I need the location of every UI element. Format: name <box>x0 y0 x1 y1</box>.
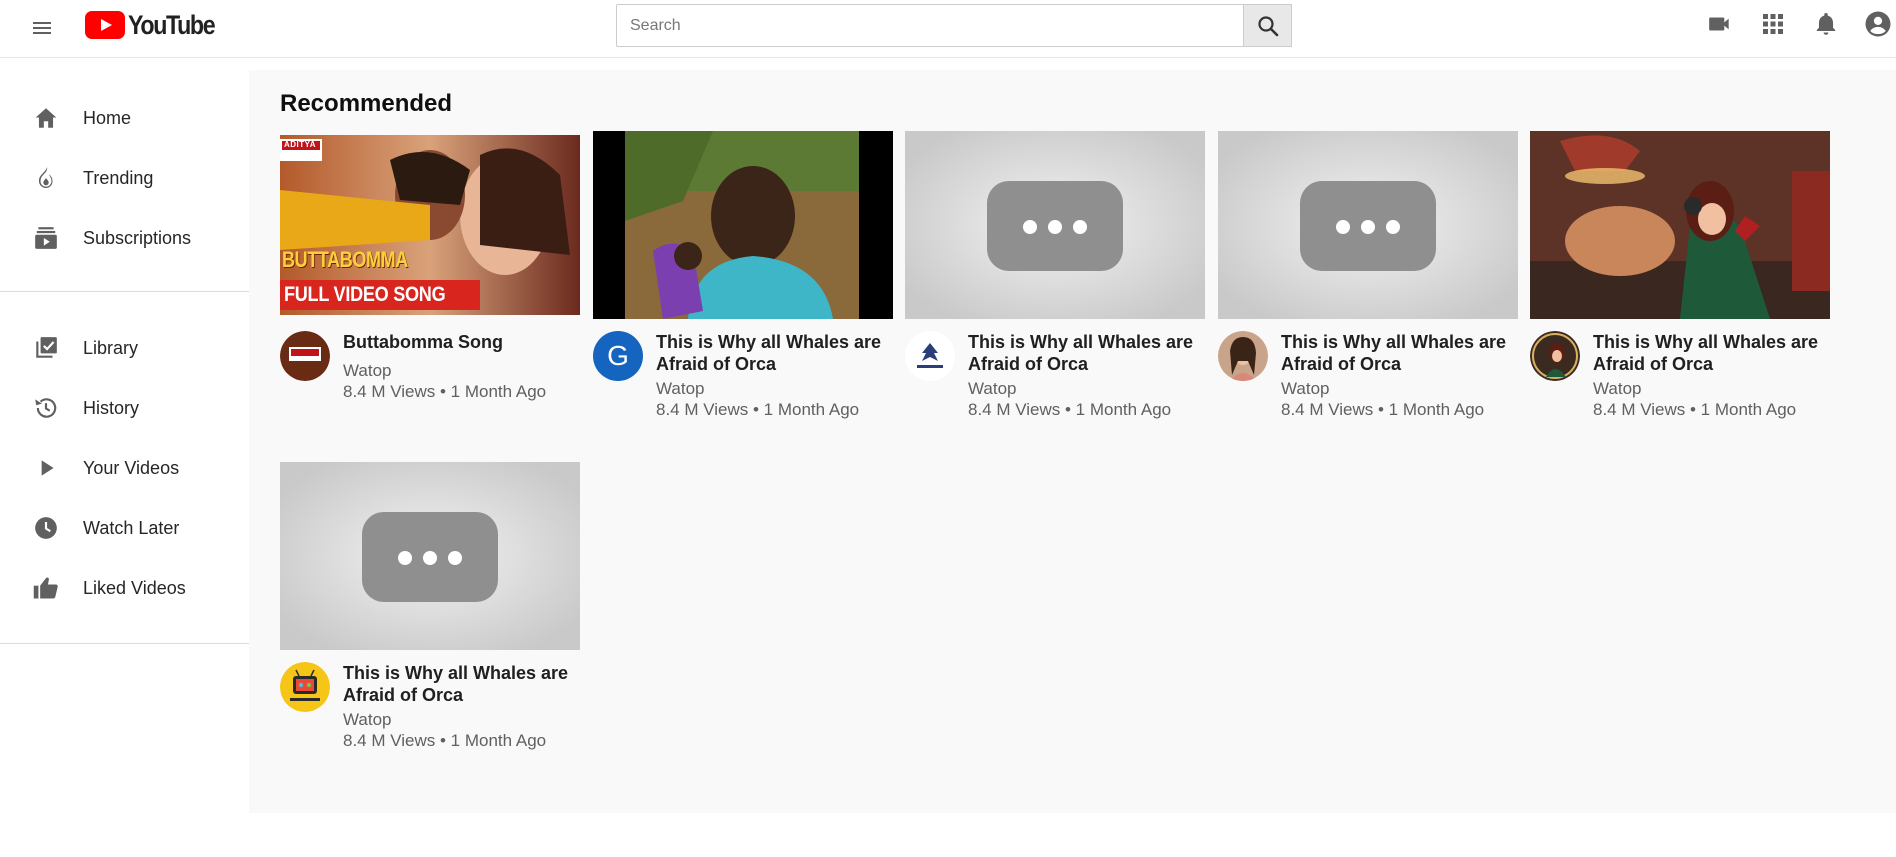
video-thumbnail-placeholder[interactable] <box>280 462 580 650</box>
history-icon <box>32 394 60 422</box>
sidebar-item-liked-videos[interactable]: Liked Videos <box>0 558 249 618</box>
video-card[interactable]: This is Why all Whales are Afraid of Orc… <box>1530 131 1830 441</box>
video-meta: G This is Why all Whales are Afraid of O… <box>593 331 893 441</box>
video-thumbnail[interactable] <box>1530 131 1830 319</box>
video-stats: 8.4 M Views • 1 Month Ago <box>656 400 860 419</box>
search-bar <box>616 4 1292 47</box>
video-title[interactable]: This is Why all Whales are Afraid of Orc… <box>656 331 891 375</box>
clock-icon <box>32 514 60 542</box>
youtube-play-logo-icon <box>85 11 125 39</box>
subscriptions-icon <box>32 224 60 252</box>
main-content: Recommended ADITYA BUTTABOMMA FULL VIDEO… <box>249 70 1896 813</box>
sidebar-item-label: Subscriptions <box>83 227 192 248</box>
video-card[interactable]: ADITYA BUTTABOMMA FULL VIDEO SONG Buttab… <box>280 135 580 441</box>
youtube-logo[interactable]: YouTube <box>85 9 228 41</box>
sidebar-item-label: Trending <box>83 167 154 188</box>
video-meta: This is Why all Whales are Afraid of Orc… <box>1218 331 1518 441</box>
bell-icon <box>1816 13 1836 35</box>
channel-avatar[interactable] <box>1218 331 1268 381</box>
channel-name[interactable]: Watop <box>343 710 392 730</box>
section-title: Recommended <box>280 90 453 117</box>
video-card[interactable]: This is Why all Whales are Afraid of Orc… <box>905 131 1205 441</box>
video-title[interactable]: This is Why all Whales are Afraid of Orc… <box>1593 331 1828 375</box>
thumbnail-title-text: BUTTABOMMA <box>282 247 408 272</box>
account-button[interactable] <box>1862 8 1894 40</box>
apps-button[interactable] <box>1757 8 1789 40</box>
channel-name[interactable]: Watop <box>1593 379 1642 399</box>
video-meta: This is Why all Whales are Afraid of Orc… <box>905 331 1205 441</box>
video-title[interactable]: This is Why all Whales are Afraid of Orc… <box>1281 331 1516 375</box>
sidebar-item-label: Your Videos <box>83 457 180 478</box>
channel-avatar[interactable]: G <box>593 331 643 381</box>
video-stats: 8.4 M Views • 1 Month Ago <box>343 731 547 750</box>
sidebar-primary-group: Home Trending Subscriptions <box>0 58 249 291</box>
channel-name[interactable]: Watop <box>656 379 705 399</box>
sidebar-item-label: History <box>83 397 140 418</box>
video-thumbnail[interactable]: ADITYA BUTTABOMMA FULL VIDEO SONG <box>280 135 580 315</box>
video-card[interactable]: This is Why all Whales are Afraid of Orc… <box>1218 131 1518 441</box>
video-stats: 8.4 M Views • 1 Month Ago <box>968 400 1172 419</box>
channel-name[interactable]: Watop <box>968 379 1017 399</box>
play-icon <box>32 454 60 482</box>
library-icon <box>32 334 60 362</box>
sidebar-item-label: Liked Videos <box>83 577 186 598</box>
channel-avatar[interactable] <box>905 331 955 381</box>
account-circle-icon <box>1865 11 1891 37</box>
sidebar-item-library[interactable]: Library <box>0 318 249 378</box>
menu-button[interactable] <box>26 12 58 44</box>
video-meta: This is Why all Whales are Afraid of Orc… <box>1530 331 1830 441</box>
video-camera-icon <box>1709 17 1729 31</box>
thumbnail-subtitle-text: FULL VIDEO SONG <box>284 283 446 306</box>
hamburger-menu-icon <box>33 22 51 34</box>
sidebar-item-label: Library <box>83 337 139 358</box>
sidebar-item-trending[interactable]: Trending <box>0 148 249 208</box>
video-title[interactable]: Buttabomma Song <box>343 331 578 353</box>
top-bar: YouTube <box>0 0 1896 58</box>
video-thumbnail-placeholder[interactable] <box>905 131 1205 319</box>
sidebar-item-home[interactable]: Home <box>0 88 249 148</box>
channel-name[interactable]: Watop <box>343 361 392 381</box>
search-input[interactable] <box>616 4 1243 47</box>
sidebar-item-label: Home <box>83 107 132 128</box>
sidebar-divider <box>0 643 249 644</box>
video-title[interactable]: This is Why all Whales are Afraid of Orc… <box>968 331 1203 375</box>
channel-avatar[interactable] <box>1530 331 1580 381</box>
notifications-button[interactable] <box>1810 8 1842 40</box>
thumbnail-badge-text: ADITYA <box>284 140 317 149</box>
video-card[interactable]: G This is Why all Whales are Afraid of O… <box>593 131 893 441</box>
channel-avatar[interactable] <box>280 662 330 712</box>
search-button[interactable] <box>1243 4 1292 47</box>
sidebar-item-subscriptions[interactable]: Subscriptions <box>0 208 249 268</box>
apps-grid-icon <box>1763 14 1783 34</box>
sidebar-item-watch-later[interactable]: Watch Later <box>0 498 249 558</box>
video-title[interactable]: This is Why all Whales are Afraid of Orc… <box>343 662 578 706</box>
sidebar: Home Trending Subscriptions Library Hist… <box>0 58 249 857</box>
video-card[interactable]: This is Why all Whales are Afraid of Orc… <box>280 462 580 772</box>
flame-icon <box>32 164 60 192</box>
sidebar-item-label: Watch Later <box>83 517 180 538</box>
sidebar-item-your-videos[interactable]: Your Videos <box>0 438 249 498</box>
sidebar-secondary-group: Library History Your Videos Watch Later … <box>0 292 249 643</box>
channel-name[interactable]: Watop <box>1281 379 1330 399</box>
sidebar-item-history[interactable]: History <box>0 378 249 438</box>
logo-text: YouTube <box>128 9 216 40</box>
video-stats: 8.4 M Views • 1 Month Ago <box>1593 400 1797 419</box>
video-thumbnail-placeholder[interactable] <box>1218 131 1518 319</box>
video-meta: Buttabomma Song Watop 8.4 M Views • 1 Mo… <box>280 331 580 441</box>
video-thumbnail[interactable] <box>593 131 893 319</box>
avatar-letter: G <box>607 340 629 371</box>
video-stats: 8.4 M Views • 1 Month Ago <box>1281 400 1485 419</box>
home-icon <box>32 104 60 132</box>
search-icon <box>1257 15 1278 36</box>
channel-avatar[interactable] <box>280 331 330 381</box>
video-stats: 8.4 M Views • 1 Month Ago <box>343 382 547 401</box>
create-video-button[interactable] <box>1704 8 1736 40</box>
thumbs-up-icon <box>32 574 60 602</box>
video-meta: This is Why all Whales are Afraid of Orc… <box>280 662 580 772</box>
